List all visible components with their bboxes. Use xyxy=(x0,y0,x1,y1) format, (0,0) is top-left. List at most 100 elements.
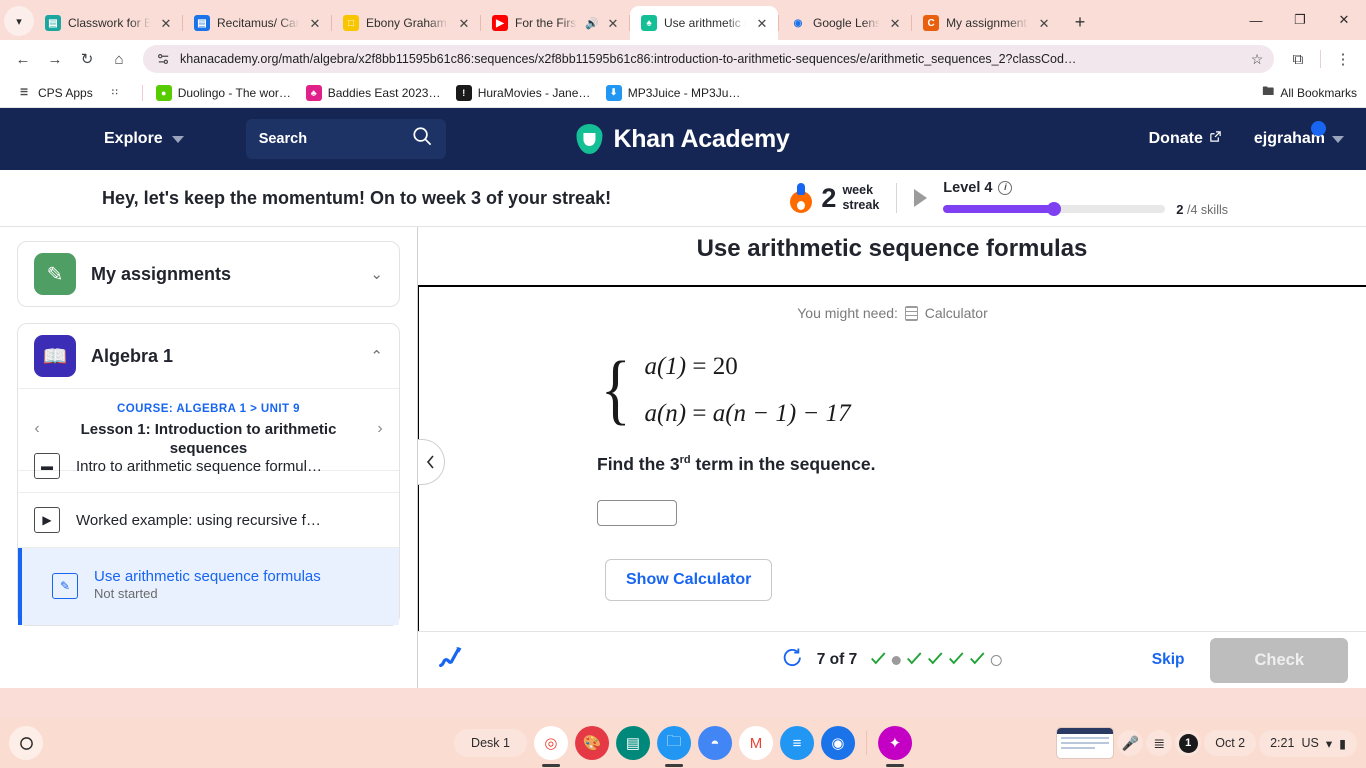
files-icon[interactable]: 🗀 xyxy=(656,726,691,760)
user-menu[interactable]: ejgraham xyxy=(1254,121,1344,148)
browser-tab[interactable]: ♠ Use arithmetic se ✕ xyxy=(630,6,778,40)
all-bookmarks[interactable]: 🖿 All Bookmarks xyxy=(1262,82,1357,103)
window-preview-icon[interactable] xyxy=(1056,727,1115,759)
shelf-divider xyxy=(865,731,867,755)
task-list-icon[interactable]: ≣ xyxy=(1146,730,1173,756)
lesson-item[interactable]: ▬ Intro to arithmetic sequence formul… xyxy=(18,453,399,494)
donate-link[interactable]: Donate xyxy=(1149,130,1222,148)
gmail-icon[interactable]: M xyxy=(738,726,773,760)
khan-logo[interactable]: Khan Academy xyxy=(576,124,790,154)
exercise-footer: 7 of 7 Skip Check xyxy=(418,631,1366,688)
answer-input[interactable] xyxy=(597,500,677,526)
tab-close-icon[interactable]: ✕ xyxy=(457,16,471,30)
notification-badge[interactable]: 1 xyxy=(1175,730,1202,756)
chevron-up-icon[interactable]: ⌃ xyxy=(370,347,383,365)
quizlet-icon[interactable]: ✦ xyxy=(877,726,912,760)
collapse-sidebar-button[interactable] xyxy=(418,439,445,485)
youtube-icon: ▶ xyxy=(492,15,508,31)
forward-button[interactable]: → xyxy=(40,44,70,74)
tab-close-icon[interactable]: ✕ xyxy=(606,16,620,30)
lesson-item-active[interactable]: ✎ Use arithmetic sequence formulas Not sta… xyxy=(18,548,399,626)
show-calculator-button[interactable]: Show Calculator xyxy=(605,559,773,601)
new-tab-button[interactable]: + xyxy=(1066,8,1094,36)
classroom-icon: ▤ xyxy=(45,15,61,31)
previous-lesson-button[interactable]: ‹ xyxy=(26,420,48,438)
status-area[interactable]: 2:21 US ▾ ▮ xyxy=(1259,729,1357,757)
bookmark-label: MP3Juice - MP3Jui… xyxy=(627,85,742,100)
news-icon[interactable]: ▤ xyxy=(615,726,650,760)
bookmark-item[interactable]: ☰ CPS Apps xyxy=(9,82,100,104)
tab-search-button[interactable]: ▾ xyxy=(4,6,34,36)
tab-close-icon[interactable]: ✕ xyxy=(159,16,173,30)
refresh-icon[interactable] xyxy=(782,647,803,674)
desk-switcher[interactable]: Desk 1 xyxy=(454,729,527,757)
close-window-button[interactable]: ✕ xyxy=(1322,3,1366,37)
browser-menu-icon[interactable]: ⋮ xyxy=(1328,44,1358,74)
camera-icon[interactable]: ◉ xyxy=(820,726,855,760)
tab-close-icon[interactable]: ✕ xyxy=(755,16,769,30)
bookmark-item[interactable]: ∷ xyxy=(100,82,136,104)
reload-button[interactable]: ↻ xyxy=(72,44,102,74)
footer-actions: Skip Check xyxy=(1152,637,1348,683)
lesson-item[interactable]: ▶ Worked example: using recursive f… xyxy=(18,493,399,549)
download-icon: ⬇ xyxy=(605,84,622,101)
back-button[interactable]: ← xyxy=(8,44,38,74)
minimize-button[interactable]: — xyxy=(1234,3,1278,37)
microphone-icon[interactable]: 🎤 xyxy=(1117,730,1144,756)
skip-button[interactable]: Skip xyxy=(1152,651,1185,669)
marker-current xyxy=(892,655,902,665)
explore-menu[interactable]: Explore xyxy=(104,130,184,148)
bookmark-item[interactable]: ♣ Baddies East 2023 f… xyxy=(299,82,449,104)
streak-banner: Hey, let's keep the momentum! On to week… xyxy=(0,170,1366,227)
maximize-button[interactable]: ❐ xyxy=(1278,3,1322,37)
marker-unanswered xyxy=(991,654,1003,666)
level-label: Level 4 xyxy=(943,179,993,196)
search-placeholder: Search xyxy=(258,131,308,147)
calculator-link[interactable]: Calculator xyxy=(925,305,988,321)
search-icon[interactable] xyxy=(412,126,433,152)
algebra-course-header[interactable]: 📖 Algebra 1 ⌃ xyxy=(18,324,399,388)
photos-icon[interactable]: ◓ xyxy=(697,726,732,760)
home-button[interactable]: ⌂ xyxy=(104,44,134,74)
date-indicator[interactable]: Oct 2 xyxy=(1204,730,1257,756)
tab-close-icon[interactable]: ✕ xyxy=(1037,16,1051,30)
chrome-icon[interactable]: ◎ xyxy=(533,726,568,760)
browser-tab[interactable]: ▶ For the First T 🔊 ✕ xyxy=(481,6,629,40)
scratchpad-icon[interactable] xyxy=(434,642,468,678)
play-triangle-icon[interactable] xyxy=(914,189,928,207)
browser-tab[interactable]: ◉ Google Lens ✕ xyxy=(779,6,911,40)
skills-count: 2 /4 skills xyxy=(1176,202,1228,217)
browser-tab[interactable]: ▤ Classwork for Bio ✕ xyxy=(34,6,182,40)
my-assignments-header[interactable]: ✎ My assignments ⌄ xyxy=(18,242,399,306)
extensions-icon[interactable]: ⧉ xyxy=(1283,44,1313,74)
explore-label: Explore xyxy=(104,130,163,147)
search-box[interactable]: Search xyxy=(245,119,446,159)
exercise-icon: ✎ xyxy=(52,572,78,599)
art-icon[interactable]: 🎨 xyxy=(574,726,609,760)
streak-count: 2 xyxy=(821,182,837,213)
bookmark-item[interactable]: ⬇ MP3Juice - MP3Jui… xyxy=(599,82,749,104)
info-icon[interactable]: i xyxy=(998,180,1013,195)
bookmark-star-icon[interactable]: ☆ xyxy=(1246,51,1268,68)
check-button[interactable]: Check xyxy=(1210,637,1348,683)
browser-tab[interactable]: C My assignments ✕ xyxy=(912,6,1060,40)
tab-close-icon[interactable]: ✕ xyxy=(888,16,902,30)
bookmark-item[interactable]: ● Duolingo - The worl… xyxy=(149,82,299,104)
chevron-down-icon[interactable]: ⌄ xyxy=(370,265,383,283)
tab-close-icon[interactable]: ✕ xyxy=(308,16,322,30)
next-lesson-button[interactable]: › xyxy=(369,420,391,438)
docs-icon[interactable]: ≡ xyxy=(779,726,814,760)
equation-row: a(1) = 20 xyxy=(644,353,850,381)
launcher-button[interactable] xyxy=(9,726,43,760)
address-bar[interactable]: khanacademy.org/math/algebra/x2f8bb11595… xyxy=(143,45,1274,73)
browser-tab[interactable]: ▤ Recitamus/ Cant ✕ xyxy=(183,6,331,40)
lens-icon: ◉ xyxy=(793,17,803,29)
bookmark-item[interactable]: ! HuraMovies - Jane t… xyxy=(449,82,599,104)
tab-audio-icon[interactable]: 🔊 xyxy=(585,17,599,30)
tab-title: Ebony Graham - xyxy=(366,16,450,30)
browser-tab[interactable]: □ Ebony Graham - ✕ xyxy=(332,6,480,40)
my-assignments-card[interactable]: ✎ My assignments ⌄ xyxy=(17,241,400,307)
external-link-icon xyxy=(1209,130,1222,148)
tab-title: Recitamus/ Cant xyxy=(217,16,301,30)
page-info-icon[interactable] xyxy=(155,51,171,67)
